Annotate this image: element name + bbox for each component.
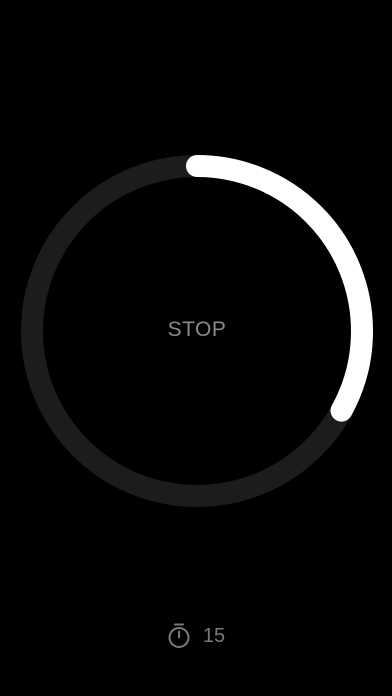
stopwatch-screen: STOP 15 — [0, 0, 392, 696]
timer-value: 15 — [202, 624, 226, 647]
stopwatch-icon — [168, 623, 190, 648]
timer-info: 15 — [0, 620, 392, 652]
progress-ring: STOP — [16, 150, 378, 512]
stop-button-label: STOP — [167, 318, 227, 341]
stop-button[interactable]: STOP — [16, 150, 378, 512]
